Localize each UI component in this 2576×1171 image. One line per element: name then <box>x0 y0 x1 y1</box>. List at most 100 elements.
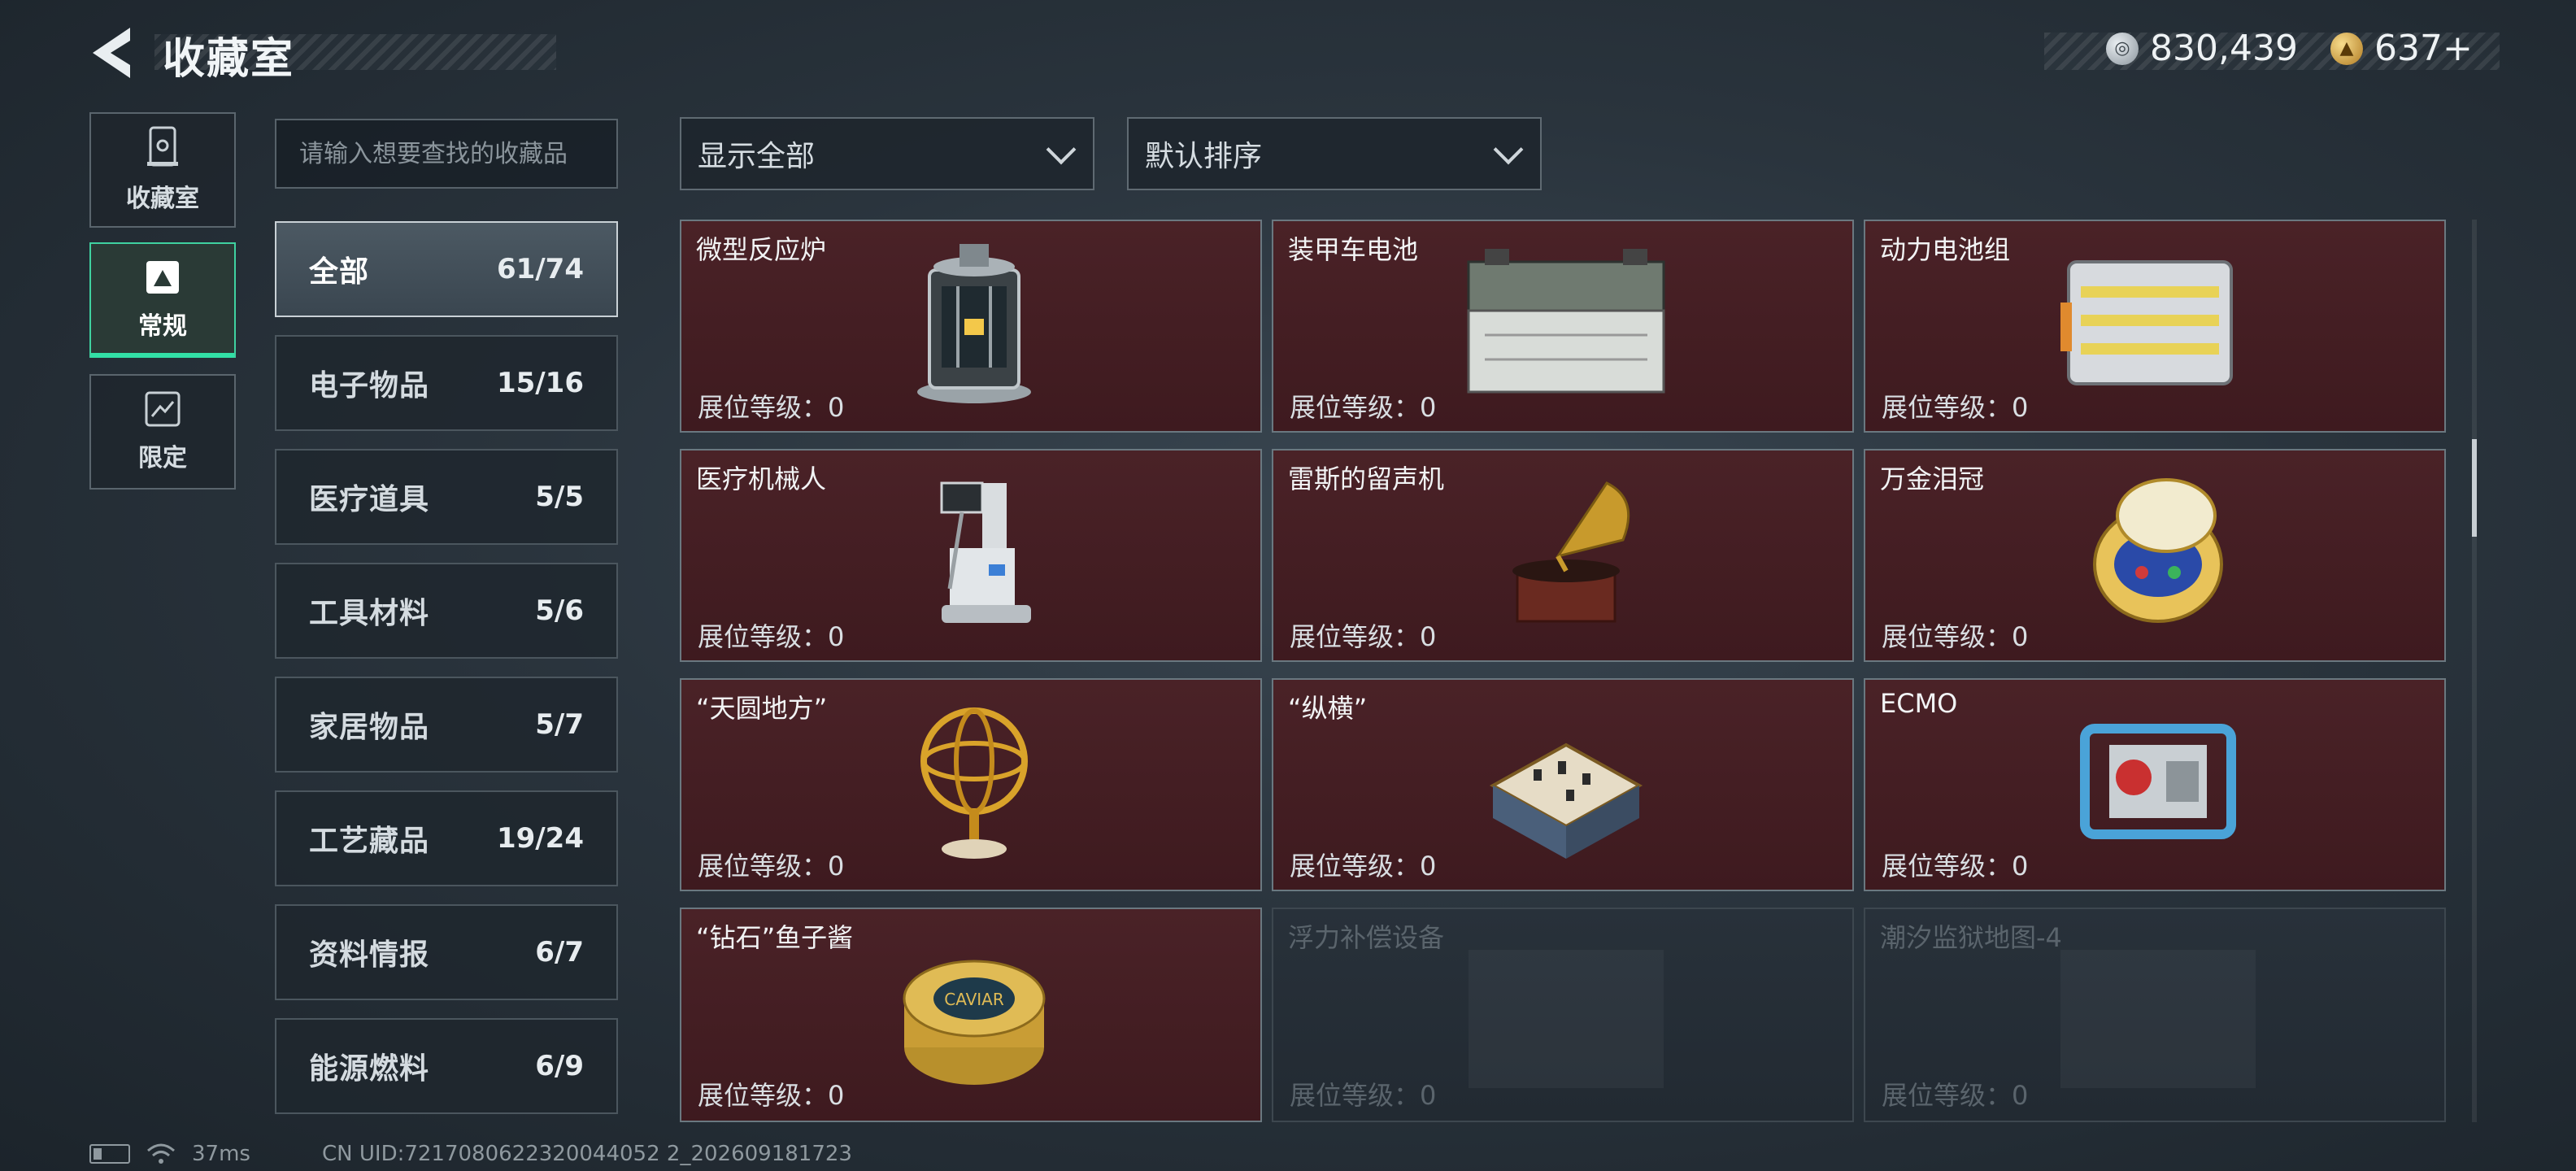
item-card[interactable]: “纵横” 展位等级：0 <box>1272 678 1854 891</box>
page-title: 收藏室 <box>163 35 295 84</box>
category-count: 19/24 <box>496 822 584 855</box>
gold-coin-icon: ▲ <box>2330 32 2363 65</box>
category-crafts[interactable]: 工艺藏品 19/24 <box>275 790 618 886</box>
item-name: “天圆地方” <box>696 693 828 724</box>
item-name: 微型反应炉 <box>696 234 827 265</box>
item-name: 医疗机械人 <box>696 464 827 494</box>
header: 收藏室 ◎ 830,439 ▲ 637+ <box>0 0 2576 106</box>
ping-value: 37ms <box>192 1142 250 1166</box>
category-energy[interactable]: 能源燃料 6/9 <box>275 1018 618 1114</box>
category-name: 资料情报 <box>309 938 430 972</box>
limited-icon <box>144 390 181 431</box>
chevron-down-icon <box>1491 137 1524 170</box>
battery-icon <box>89 1144 130 1164</box>
armillary-sphere-icon <box>920 707 1028 859</box>
item-name: “钻石”鱼子酱 <box>696 922 854 953</box>
category-tools[interactable]: 工具材料 5/6 <box>275 563 618 659</box>
item-card[interactable]: ECMO 展位等级：0 <box>1864 678 2446 891</box>
item-card[interactable]: 动力电池组 展位等级：0 <box>1864 220 2446 433</box>
category-intel[interactable]: 资料情报 6/7 <box>275 904 618 1000</box>
item-grid: 微型反应炉 展位等级：0 装甲车电池 展位等级：0 动力电池组 展位等级：0 医… <box>680 220 2461 1122</box>
medical-robot-icon <box>940 481 1031 623</box>
silver-amount: 830,439 <box>2150 28 2298 69</box>
category-household[interactable]: 家居物品 5/7 <box>275 677 618 773</box>
item-card[interactable]: 微型反应炉 展位等级：0 <box>680 220 1262 433</box>
tab-label: 常规 <box>138 312 187 341</box>
category-count: 15/16 <box>496 367 584 399</box>
micro-reactor-icon <box>917 244 1031 403</box>
category-all[interactable]: 全部 61/74 <box>275 221 618 317</box>
collection-room-icon <box>144 126 181 172</box>
buoyancy-device-icon <box>1469 950 1664 1088</box>
jeweled-egg-icon <box>2093 478 2223 623</box>
category-medical[interactable]: 医疗道具 5/5 <box>275 449 618 545</box>
armored-battery-icon <box>1467 249 1665 394</box>
tab-label: 收藏室 <box>126 185 199 213</box>
category-count: 6/7 <box>535 936 584 969</box>
item-name: 装甲车电池 <box>1288 234 1419 265</box>
scrollbar-thumb[interactable] <box>2472 439 2477 537</box>
item-card[interactable]: “钻石”鱼子酱 CAVIAR 展位等级：0 <box>680 908 1262 1122</box>
booth-level: 展位等级：0 <box>1290 392 1437 423</box>
category-count: 61/74 <box>496 253 584 285</box>
user-uid: CN UID:7217080622320044052 2_20260918172… <box>322 1142 852 1166</box>
gold-amount: 637+ <box>2374 28 2473 69</box>
booth-level: 展位等级：0 <box>1882 851 2029 882</box>
item-card[interactable]: 雷斯的留声机 展位等级：0 <box>1272 449 1854 662</box>
power-battery-pack-icon <box>2060 260 2233 385</box>
booth-level: 展位等级：0 <box>1882 1080 2029 1111</box>
item-card[interactable]: 万金泪冠 展位等级：0 <box>1864 449 2446 662</box>
gramophone-icon <box>1512 481 1630 623</box>
tab-limited[interactable]: 限定 <box>89 374 236 490</box>
booth-level: 展位等级：0 <box>1290 1080 1437 1111</box>
booth-level: 展位等级：0 <box>1882 621 2029 652</box>
item-name: 雷斯的留声机 <box>1288 464 1445 494</box>
item-card-locked[interactable]: 浮力补偿设备 展位等级：0 <box>1272 908 1854 1122</box>
category-name: 工具材料 <box>309 597 430 630</box>
category-name: 全部 <box>309 255 370 289</box>
caviar-tin-icon: CAVIAR <box>903 960 1046 1085</box>
scrollbar-track <box>2472 220 2477 1122</box>
category-name: 电子物品 <box>309 369 430 403</box>
chevron-down-icon <box>1044 137 1077 170</box>
item-name: 浮力补偿设备 <box>1288 922 1445 953</box>
category-electronics[interactable]: 电子物品 15/16 <box>275 335 618 431</box>
dropdown-value: 显示全部 <box>698 140 816 173</box>
search-input[interactable] <box>275 119 618 189</box>
booth-level: 展位等级：0 <box>698 851 845 882</box>
item-card[interactable]: 装甲车电池 展位等级：0 <box>1272 220 1854 433</box>
category-name: 家居物品 <box>309 711 430 744</box>
item-name: ECMO <box>1880 688 1958 719</box>
category-count: 6/9 <box>535 1050 584 1082</box>
item-name: 潮汐监狱地图-4 <box>1880 922 2062 953</box>
gold-currency[interactable]: ▲ 637+ <box>2330 28 2473 69</box>
tab-regular[interactable]: 常规 <box>89 242 236 358</box>
sort-dropdown[interactable]: 默认排序 <box>1127 117 1542 190</box>
booth-level: 展位等级：0 <box>1882 392 2029 423</box>
silver-currency: ◎ 830,439 <box>2106 28 2298 69</box>
tab-collection-room[interactable]: 收藏室 <box>89 112 236 228</box>
back-arrow-icon[interactable] <box>88 24 137 81</box>
silver-coin-icon: ◎ <box>2106 32 2139 65</box>
wifi-icon <box>147 1143 175 1164</box>
prison-map-icon <box>2060 950 2256 1088</box>
svg-text:CAVIAR: CAVIAR <box>944 990 1004 1009</box>
item-card[interactable]: “天圆地方” 展位等级：0 <box>680 678 1262 891</box>
category-name: 工艺藏品 <box>309 825 430 858</box>
regular-icon <box>144 259 181 299</box>
ecmo-machine-icon <box>2080 724 2236 839</box>
category-count: 5/7 <box>535 708 584 741</box>
dropdown-value: 默认排序 <box>1145 140 1263 173</box>
booth-level: 展位等级：0 <box>1290 851 1437 882</box>
tab-label: 限定 <box>138 444 187 472</box>
display-filter-dropdown[interactable]: 显示全部 <box>680 117 1094 190</box>
item-card-locked[interactable]: 潮汐监狱地图-4 展位等级：0 <box>1864 908 2446 1122</box>
category-name: 能源燃料 <box>309 1052 430 1086</box>
category-count: 5/6 <box>535 594 584 627</box>
booth-level: 展位等级：0 <box>698 1080 845 1111</box>
category-name: 医疗道具 <box>309 483 430 516</box>
status-bar: 37ms <box>89 1142 250 1166</box>
item-card[interactable]: 医疗机械人 展位等级：0 <box>680 449 1262 662</box>
booth-level: 展位等级：0 <box>1290 621 1437 652</box>
category-count: 5/5 <box>535 481 584 513</box>
